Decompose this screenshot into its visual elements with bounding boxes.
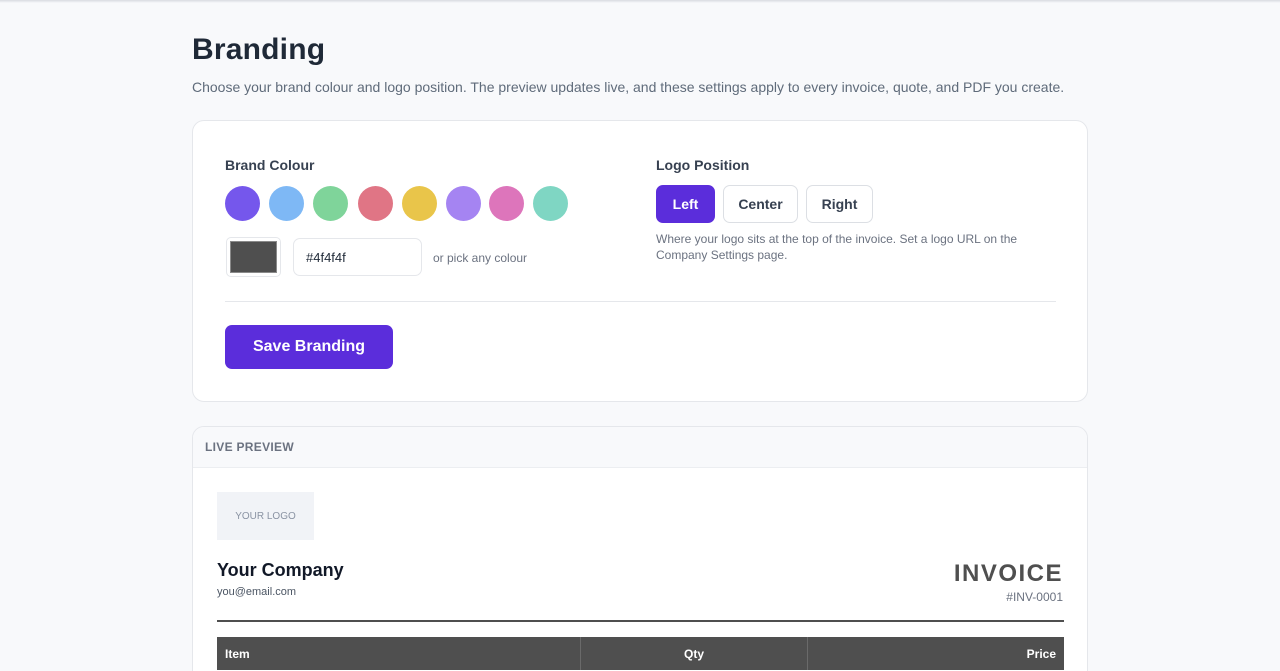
logo-position-center-button[interactable]: Center <box>723 185 798 223</box>
save-branding-button[interactable]: Save Branding <box>225 325 393 369</box>
swatch-blue[interactable] <box>269 186 304 221</box>
preview-invoice-number: #INV-0001 <box>1006 590 1063 604</box>
hex-colour-input[interactable] <box>293 238 422 276</box>
top-edge-shadow <box>0 0 1280 3</box>
page-title: Branding <box>192 33 326 66</box>
swatch-pink[interactable] <box>489 186 524 221</box>
logo-placeholder: YOUR LOGO <box>217 492 314 540</box>
swatch-lavender[interactable] <box>446 186 481 221</box>
swatch-teal[interactable] <box>533 186 568 221</box>
swatch-green[interactable] <box>313 186 348 221</box>
page-subtitle: Choose your brand colour and logo positi… <box>192 79 1065 95</box>
preview-company-name: Your Company <box>217 560 344 580</box>
logo-position-label: Logo Position <box>656 157 750 173</box>
table-header-item: Item <box>217 637 581 670</box>
preview-company-email: you@email.com <box>217 586 297 598</box>
preview-invoice-title: INVOICE <box>953 560 1063 587</box>
live-preview-header: LIVE PREVIEW <box>193 427 1087 468</box>
preview-items-table-header: Item Qty Price <box>217 637 1064 670</box>
table-header-qty: Qty <box>581 637 808 670</box>
logo-position-hint: Where your logo sits at the top of the i… <box>656 232 1018 262</box>
preview-header-rule <box>217 620 1064 622</box>
brand-colour-label: Brand Colour <box>225 157 315 173</box>
logo-position-left-button[interactable]: Left <box>656 185 715 223</box>
live-preview-card: LIVE PREVIEW YOUR LOGO Your Company you@… <box>192 426 1088 671</box>
colour-picker-well[interactable] <box>226 237 281 277</box>
swatch-purple[interactable] <box>225 186 260 221</box>
logo-position-right-button[interactable]: Right <box>806 185 873 223</box>
pick-colour-hint: or pick any colour <box>433 251 528 265</box>
branding-settings-card: Brand Colour or pick any colour Logo Pos… <box>192 120 1088 402</box>
section-divider <box>225 301 1056 302</box>
table-header-price: Price <box>1026 646 1056 661</box>
colour-picker-preview <box>230 241 277 273</box>
swatch-yellow[interactable] <box>402 186 437 221</box>
swatch-red[interactable] <box>358 186 393 221</box>
